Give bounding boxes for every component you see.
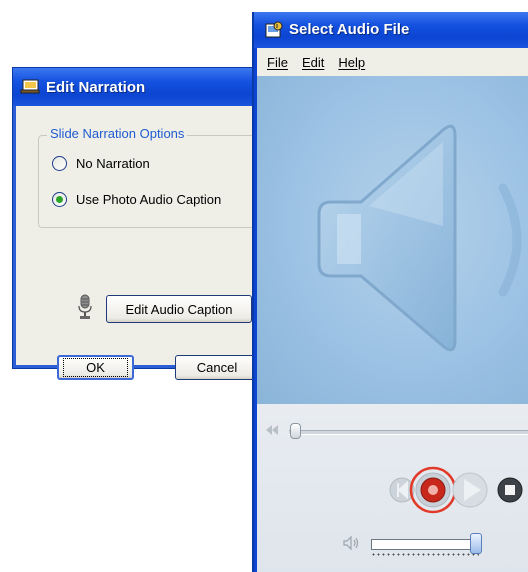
volume-ticks xyxy=(371,553,479,556)
menu-file[interactable]: File xyxy=(267,55,288,70)
seek-thumb[interactable] xyxy=(290,423,301,439)
edit-narration-titlebar[interactable]: Edit Narration xyxy=(13,68,271,106)
radio-button[interactable] xyxy=(52,156,67,171)
volume-thumb[interactable] xyxy=(470,533,482,554)
record-icon[interactable] xyxy=(409,466,457,514)
radio-label: Use Photo Audio Caption xyxy=(76,192,222,207)
select-audio-titlebar[interactable]: Select Audio File xyxy=(254,12,528,48)
edit-audio-caption-button[interactable]: Edit Audio Caption xyxy=(106,295,252,323)
radio-button-selected[interactable] xyxy=(52,192,67,207)
stop-icon[interactable] xyxy=(497,477,523,503)
rewind-icon[interactable] xyxy=(265,424,279,439)
menu-bar: File Edit Help xyxy=(257,48,528,76)
volume-slider[interactable] xyxy=(371,539,481,550)
transport-buttons xyxy=(389,466,523,514)
menu-edit[interactable]: Edit xyxy=(302,55,324,70)
ok-button[interactable]: OK xyxy=(57,355,134,380)
dialog-title: Edit Narration xyxy=(46,79,146,96)
radio-no-narration[interactable]: No Narration xyxy=(52,156,150,171)
group-label: Slide Narration Options xyxy=(47,126,188,141)
play-icon[interactable] xyxy=(452,472,488,508)
menu-help[interactable]: Help xyxy=(338,55,365,70)
cancel-button[interactable]: Cancel xyxy=(175,355,259,380)
select-audio-file-window: Select Audio File File Edit Help xyxy=(252,12,528,572)
slideshow-icon xyxy=(20,79,40,98)
radio-label: No Narration xyxy=(76,156,150,171)
ok-label: OK xyxy=(63,358,128,377)
volume-icon[interactable] xyxy=(343,535,361,553)
microphone-icon xyxy=(77,294,93,323)
audio-file-icon xyxy=(264,21,284,42)
edit-narration-body: Slide Narration Options No Narration Use… xyxy=(16,106,300,380)
playback-controls xyxy=(257,404,528,572)
seek-bar[interactable] xyxy=(289,430,528,435)
speaker-icon xyxy=(317,124,522,352)
radio-use-photo-audio-caption[interactable]: Use Photo Audio Caption xyxy=(52,192,221,207)
window-title: Select Audio File xyxy=(289,21,410,38)
select-audio-body: File Edit Help xyxy=(257,48,528,572)
audio-visualization xyxy=(257,76,528,404)
edit-narration-dialog: Edit Narration Slide Narration Options N… xyxy=(12,67,300,380)
